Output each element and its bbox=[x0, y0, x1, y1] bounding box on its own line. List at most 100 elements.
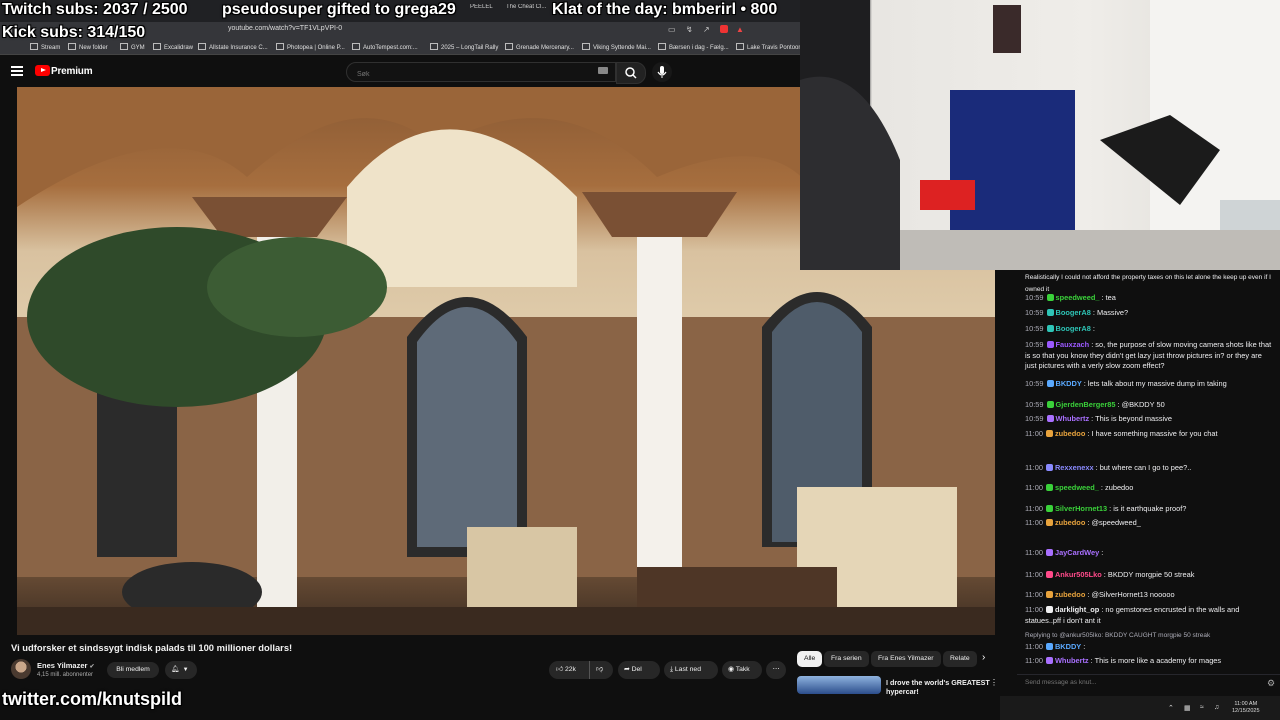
bookmark-item[interactable]: Bærsen i dag - Fælg... bbox=[658, 43, 729, 51]
chat-timestamp: 10:59 bbox=[1025, 293, 1044, 302]
webcam-feed bbox=[800, 0, 1280, 270]
join-button[interactable]: Bli medlem bbox=[107, 662, 159, 678]
bookmark-item[interactable]: Photopea | Online P... bbox=[276, 43, 345, 51]
extension-icon[interactable] bbox=[720, 25, 728, 33]
chat-input[interactable] bbox=[1023, 678, 1257, 687]
chat-username[interactable]: Whubertz bbox=[1055, 656, 1089, 665]
chat-text: This is more like a academy for mages bbox=[1094, 656, 1222, 665]
share-arrow-icon: ➦ bbox=[624, 666, 630, 673]
bookmarks-bar: Stream New folder GYM Excalidraw Allstat… bbox=[0, 40, 807, 55]
thanks-button[interactable]: ◉ Takk bbox=[722, 661, 762, 679]
bookmark-item[interactable]: Grenade Mercenary... bbox=[505, 43, 574, 51]
chat-username[interactable]: Rexxenexx bbox=[1055, 463, 1094, 472]
chat-badge-icon bbox=[1045, 657, 1053, 664]
chat-username[interactable]: BoogerA8 bbox=[1056, 308, 1091, 317]
more-actions-button[interactable]: ⋯ bbox=[766, 661, 786, 679]
bookmark-item[interactable]: Allstate Insurance C... bbox=[198, 43, 268, 51]
chat-text: lets talk about my massive dump im takin… bbox=[1087, 379, 1227, 388]
chat-username[interactable]: BKDDY bbox=[1055, 642, 1081, 651]
chat-text: Realistically I could not afford the pro… bbox=[1025, 274, 1271, 293]
tray-expand-icon[interactable]: ⌃ bbox=[1168, 704, 1174, 712]
chat-text: This is beyond massive bbox=[1095, 414, 1172, 423]
chip-all[interactable]: Alle bbox=[797, 651, 823, 667]
keyboard-icon[interactable] bbox=[598, 67, 608, 74]
system-clock[interactable]: 11:00 AM 12/15/2025 bbox=[1232, 701, 1260, 715]
search-input[interactable] bbox=[355, 70, 589, 79]
bookmark-item[interactable]: GYM bbox=[120, 43, 145, 51]
chat-username[interactable]: zubedoo bbox=[1055, 590, 1085, 599]
chat-badge-icon bbox=[1045, 505, 1053, 512]
chat-username[interactable]: BoogerA8 bbox=[1056, 324, 1091, 333]
notification-bell-button[interactable]: 🔔︎ ▼ bbox=[165, 661, 197, 679]
chat-timestamp: 10:59 bbox=[1025, 308, 1044, 317]
chat-username[interactable]: Ankur505Lko bbox=[1055, 570, 1102, 579]
chat-message: 10:59 BoogerA8: Massive? bbox=[1025, 308, 1273, 319]
url-field[interactable]: youtube.com/watch?v=TF1VLpVPI-0 bbox=[228, 25, 342, 32]
chat-username[interactable]: zubedoo bbox=[1055, 429, 1085, 438]
share-button[interactable]: ➦ Del bbox=[618, 661, 660, 679]
chat-text: Replying to @ankur505lko: BKDDY CAUGHT m… bbox=[1025, 632, 1211, 639]
voice-search-button[interactable] bbox=[652, 62, 672, 82]
menu-icon[interactable] bbox=[11, 66, 23, 76]
chat-message: 11:00 zubedoo: @speedweed_ bbox=[1025, 518, 1273, 529]
chip-related[interactable]: Relate bbox=[943, 651, 977, 667]
chat-username[interactable]: darklight_op bbox=[1055, 605, 1099, 614]
tray-app-icon[interactable]: ▦ bbox=[1184, 704, 1191, 712]
chat-username[interactable]: speedweed_ bbox=[1056, 293, 1100, 302]
bookmark-item[interactable]: New folder bbox=[68, 43, 108, 51]
chat-timestamp: 10:59 bbox=[1025, 324, 1044, 333]
chat-username[interactable]: zubedoo bbox=[1055, 518, 1085, 527]
chat-message: 10:59 BKDDY: lets talk about my massive d… bbox=[1025, 379, 1273, 390]
pin-icon[interactable]: ▲ bbox=[736, 25, 744, 34]
channel-name[interactable]: Enes Yilmazer ✔ bbox=[37, 661, 95, 670]
settings-gear-icon[interactable]: ⚙ bbox=[1267, 678, 1275, 689]
wifi-icon[interactable]: ≈ bbox=[1200, 704, 1204, 711]
browser-tab[interactable]: PEELEL bbox=[470, 4, 504, 18]
more-vertical-icon[interactable]: ⋮ bbox=[990, 678, 998, 687]
chat-username[interactable]: speedweed_ bbox=[1055, 483, 1099, 492]
download-button[interactable]: ⤓ Last ned bbox=[664, 661, 718, 679]
chat-username[interactable]: GjerdenBerger85 bbox=[1056, 400, 1116, 409]
bookmark-item[interactable]: Excalidraw bbox=[153, 43, 193, 51]
bookmark-item[interactable]: 2025 – LongTail Rally bbox=[430, 43, 498, 51]
youtube-masthead: Premium bbox=[0, 55, 800, 87]
chat-username[interactable]: SilverHornet13 bbox=[1055, 504, 1107, 513]
chip-from-series[interactable]: Fra serien bbox=[824, 651, 869, 667]
chat-username[interactable]: JayCardWey bbox=[1055, 548, 1099, 557]
like-button[interactable]: 👍︎ 22k bbox=[556, 661, 576, 679]
chat-timestamp: 10:59 bbox=[1025, 379, 1044, 388]
youtube-logo-icon[interactable] bbox=[35, 65, 50, 76]
share-icon[interactable]: ↗ bbox=[703, 25, 710, 34]
recommended-title[interactable]: I drove the world's GREATEST hypercar! bbox=[886, 678, 996, 696]
recommended-thumbnail[interactable] bbox=[797, 676, 881, 694]
dislike-button[interactable]: 👎︎ bbox=[596, 661, 603, 679]
chat-username[interactable]: BKDDY bbox=[1056, 379, 1082, 388]
install-app-icon[interactable]: ▭ bbox=[668, 25, 676, 34]
clock-time: 11:00 AM bbox=[1234, 701, 1258, 707]
divider bbox=[589, 661, 590, 679]
bookmark-item[interactable]: Viking Syttende Mai... bbox=[582, 43, 651, 51]
bookmark-item[interactable]: AutoTempest.com:... bbox=[352, 43, 418, 51]
like-dislike-group: 👍︎ 22k 👎︎ bbox=[549, 661, 613, 679]
chat-username[interactable]: Whubertz bbox=[1056, 414, 1090, 423]
volume-icon[interactable]: ♫ bbox=[1214, 704, 1219, 711]
chat-username[interactable]: Fauxzach bbox=[1056, 340, 1090, 349]
chevron-right-icon[interactable]: › bbox=[982, 652, 985, 663]
chat-timestamp: 11:00 bbox=[1025, 518, 1043, 527]
channel-avatar[interactable] bbox=[11, 659, 31, 679]
chat-separator: : bbox=[1083, 642, 1086, 651]
chip-from-channel[interactable]: Fra Enes Yilmazer bbox=[871, 651, 941, 667]
chat-timestamp: 10:59 bbox=[1025, 414, 1044, 423]
chat-badge-icon bbox=[1045, 606, 1053, 613]
chat-timestamp: 11:00 bbox=[1025, 656, 1043, 665]
translate-icon[interactable]: ↯ bbox=[686, 25, 693, 34]
tab-label: PEELEL bbox=[470, 4, 493, 10]
chat-badge-icon bbox=[1045, 519, 1053, 526]
chat-timestamp: 11:00 bbox=[1025, 483, 1043, 492]
search-button[interactable] bbox=[616, 62, 646, 84]
chat-text: is it earthquake proof? bbox=[1113, 504, 1187, 513]
chat-timestamp: 11:00 bbox=[1025, 570, 1043, 579]
clock-date: 12/15/2025 bbox=[1232, 708, 1260, 714]
bookmark-item[interactable]: Stream bbox=[30, 43, 60, 51]
bookmark-item[interactable]: Lake Travis Pontoon... bbox=[736, 43, 807, 51]
